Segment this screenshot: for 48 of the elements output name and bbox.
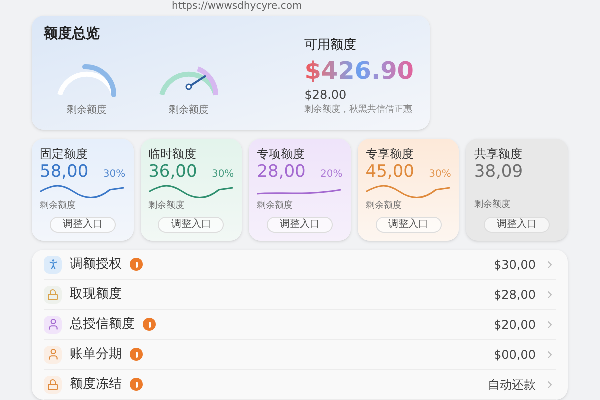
card-caption: 剩余额度: [366, 200, 403, 212]
card-title: 临时额度: [148, 147, 198, 161]
adjust-button[interactable]: 调整入口: [266, 217, 333, 233]
row-label: 调额授权: [70, 256, 122, 274]
card-percent: 30%: [212, 168, 234, 182]
row-label: 账单分期: [70, 346, 122, 364]
row-value: $20,00: [494, 316, 536, 334]
sub-amount: $28.00: [304, 86, 348, 104]
note-text: 剩余额度，秋黑共信借正惠: [304, 104, 414, 116]
card-caption: 剩余额度: [474, 199, 512, 211]
adjust-button[interactable]: 调整入口: [484, 217, 550, 233]
card-amount: 45,00: [366, 164, 414, 181]
adjust-button[interactable]: 调整入口: [376, 217, 442, 233]
menu-row[interactable]: 账单分期 $00,00: [44, 340, 556, 370]
card-caption: 剩余额度: [40, 200, 77, 212]
menu-row[interactable]: 额度冻结 自动还款: [44, 370, 556, 400]
card-percent: 20%: [320, 168, 343, 182]
adjust-button[interactable]: 调整入口: [158, 217, 224, 233]
url-text: https://wwwsdhycyre.com: [172, 0, 304, 14]
row-label: 额度冻结: [70, 376, 122, 394]
card-caption: 剩余额度: [148, 200, 186, 212]
row-value: $00,00: [494, 346, 536, 364]
card-title: 共享额度: [474, 147, 524, 161]
card-amount: 36,00: [148, 164, 198, 181]
card-caption: 剩余额度: [257, 200, 294, 212]
lock-icon: [47, 378, 59, 390]
row-label: 总授信额度: [70, 316, 135, 334]
card-amount: 38,09: [474, 164, 524, 181]
overview-title: 额度总览: [44, 24, 101, 44]
card-amount: 28,00: [257, 164, 306, 181]
available-title: 可用额度: [304, 37, 358, 55]
menu-row[interactable]: 调额授权 $30,00: [44, 250, 556, 280]
adjust-button[interactable]: 调整入口: [50, 217, 116, 233]
card-percent: 30%: [103, 168, 126, 182]
row-value: 自动还款: [488, 376, 536, 394]
row-value: $30,00: [494, 256, 536, 274]
row-value: $28,00: [494, 286, 536, 304]
row-label: 取现额度: [70, 286, 122, 304]
card-amount: 58,00: [40, 164, 89, 181]
menu-row[interactable]: 总授信额度 $20,00: [44, 310, 556, 340]
card-title: 固定额度: [40, 147, 89, 161]
gauge-label: 剩余额度: [67, 104, 107, 118]
menu-row[interactable]: 取现额度 $28,00: [44, 280, 556, 310]
gauge-label: 剩余额度: [169, 104, 209, 118]
lock-icon: [47, 288, 59, 300]
card-title: 专享额度: [366, 147, 415, 161]
card-percent: 30%: [429, 168, 452, 182]
card-title: 专项额度: [257, 147, 306, 161]
